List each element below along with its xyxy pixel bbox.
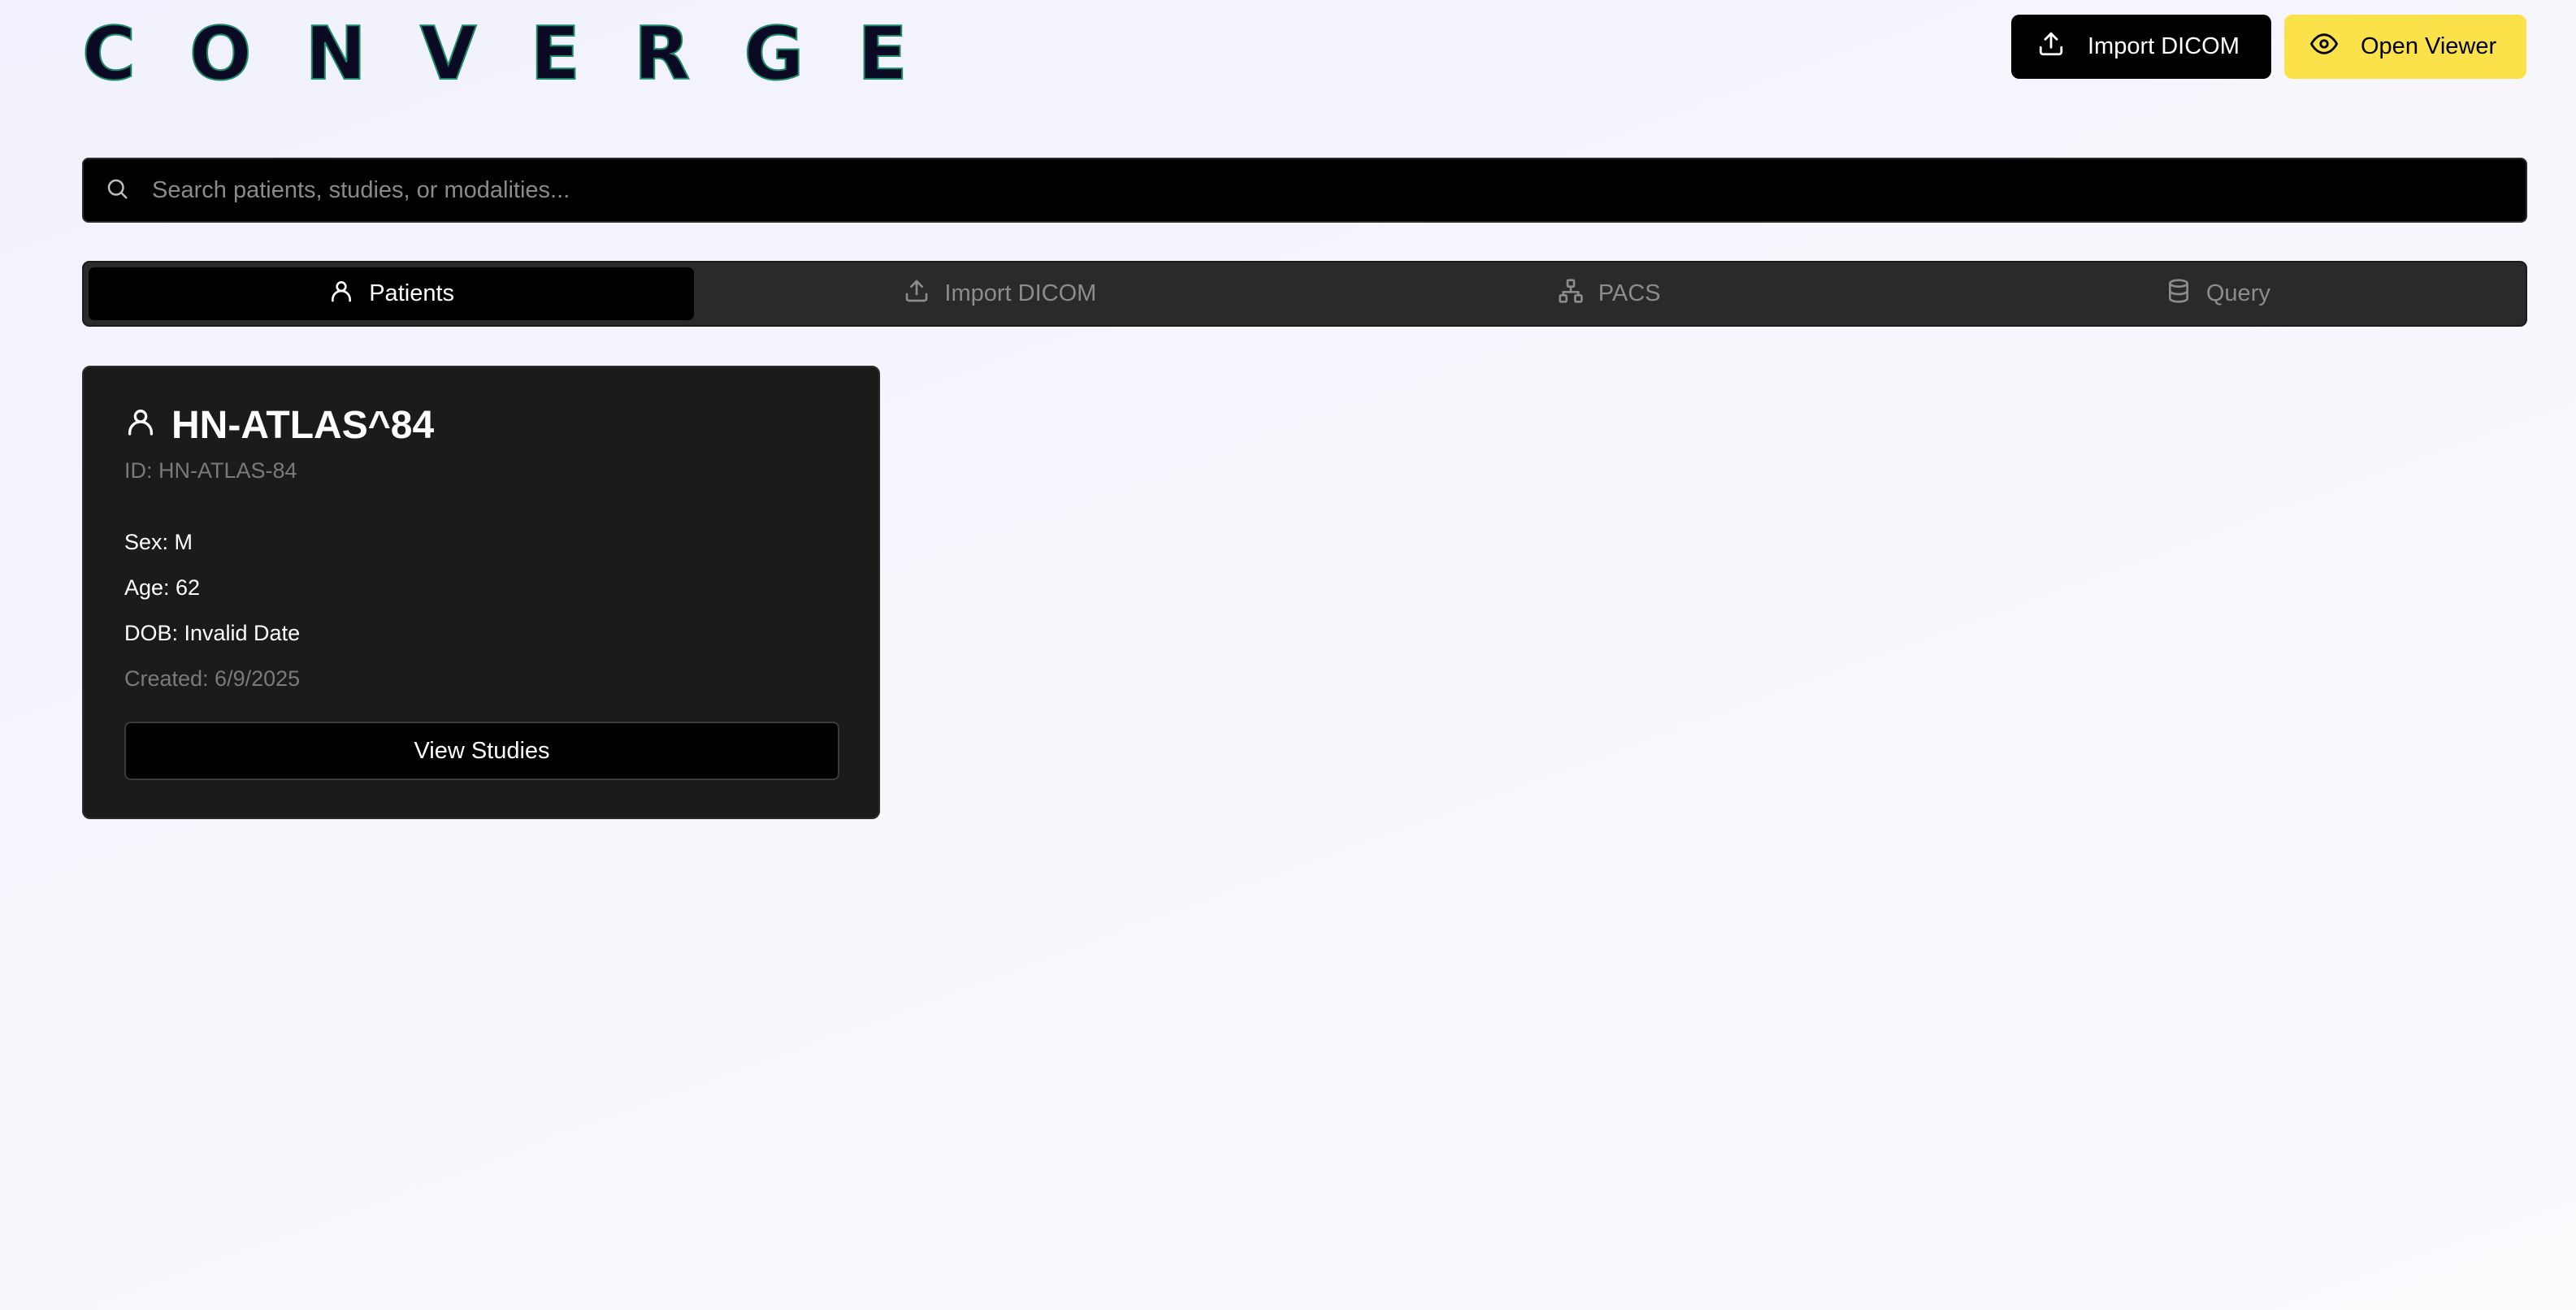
- network-icon: [1558, 278, 1584, 310]
- user-icon: [124, 403, 157, 448]
- tab-label: Import DICOM: [944, 280, 1097, 306]
- user-icon: [328, 278, 354, 310]
- tab-pacs[interactable]: PACS: [1307, 267, 1912, 320]
- patient-sex: Sex: M: [124, 530, 193, 554]
- patient-created-date: Created: 6/9/2025: [124, 666, 301, 691]
- open-viewer-button[interactable]: Open Viewer: [2284, 15, 2526, 79]
- header-actions: Import DICOM Open Viewer: [2011, 15, 2526, 79]
- app-logo: CONVERGE: [81, 11, 961, 97]
- main-tabs: Patients Import DICOM PACS Query: [82, 261, 2527, 327]
- search-input[interactable]: [150, 158, 2526, 222]
- patient-age: Age: 62: [124, 575, 201, 600]
- tab-label: PACS: [1598, 280, 1661, 306]
- open-viewer-label: Open Viewer: [2361, 33, 2497, 59]
- patient-name: HN-ATLAS^84: [171, 404, 435, 447]
- tab-patients[interactable]: Patients: [89, 267, 695, 320]
- patient-dob: DOB: Invalid Date: [124, 621, 301, 645]
- tab-label: Patients: [369, 280, 455, 306]
- search-bar: [82, 158, 2527, 223]
- tab-query[interactable]: Query: [1915, 267, 2521, 320]
- eye-icon: [2310, 30, 2338, 64]
- patient-name-heading: HN-ATLAS^84: [124, 403, 434, 448]
- search-icon: [84, 176, 129, 205]
- import-dicom-label: Import DICOM: [2088, 33, 2240, 59]
- view-studies-button[interactable]: View Studies: [124, 722, 839, 780]
- database-icon: [2166, 278, 2192, 310]
- upload-icon: [2037, 30, 2065, 64]
- upload-icon: [904, 278, 930, 310]
- tab-import-dicom[interactable]: Import DICOM: [697, 267, 1303, 320]
- patient-card: HN-ATLAS^84 ID: HN-ATLAS-84 Sex: M Age: …: [82, 366, 880, 819]
- tab-label: Query: [2205, 280, 2270, 306]
- import-dicom-button[interactable]: Import DICOM: [2011, 15, 2271, 79]
- patient-id: ID: HN-ATLAS-84: [124, 458, 297, 483]
